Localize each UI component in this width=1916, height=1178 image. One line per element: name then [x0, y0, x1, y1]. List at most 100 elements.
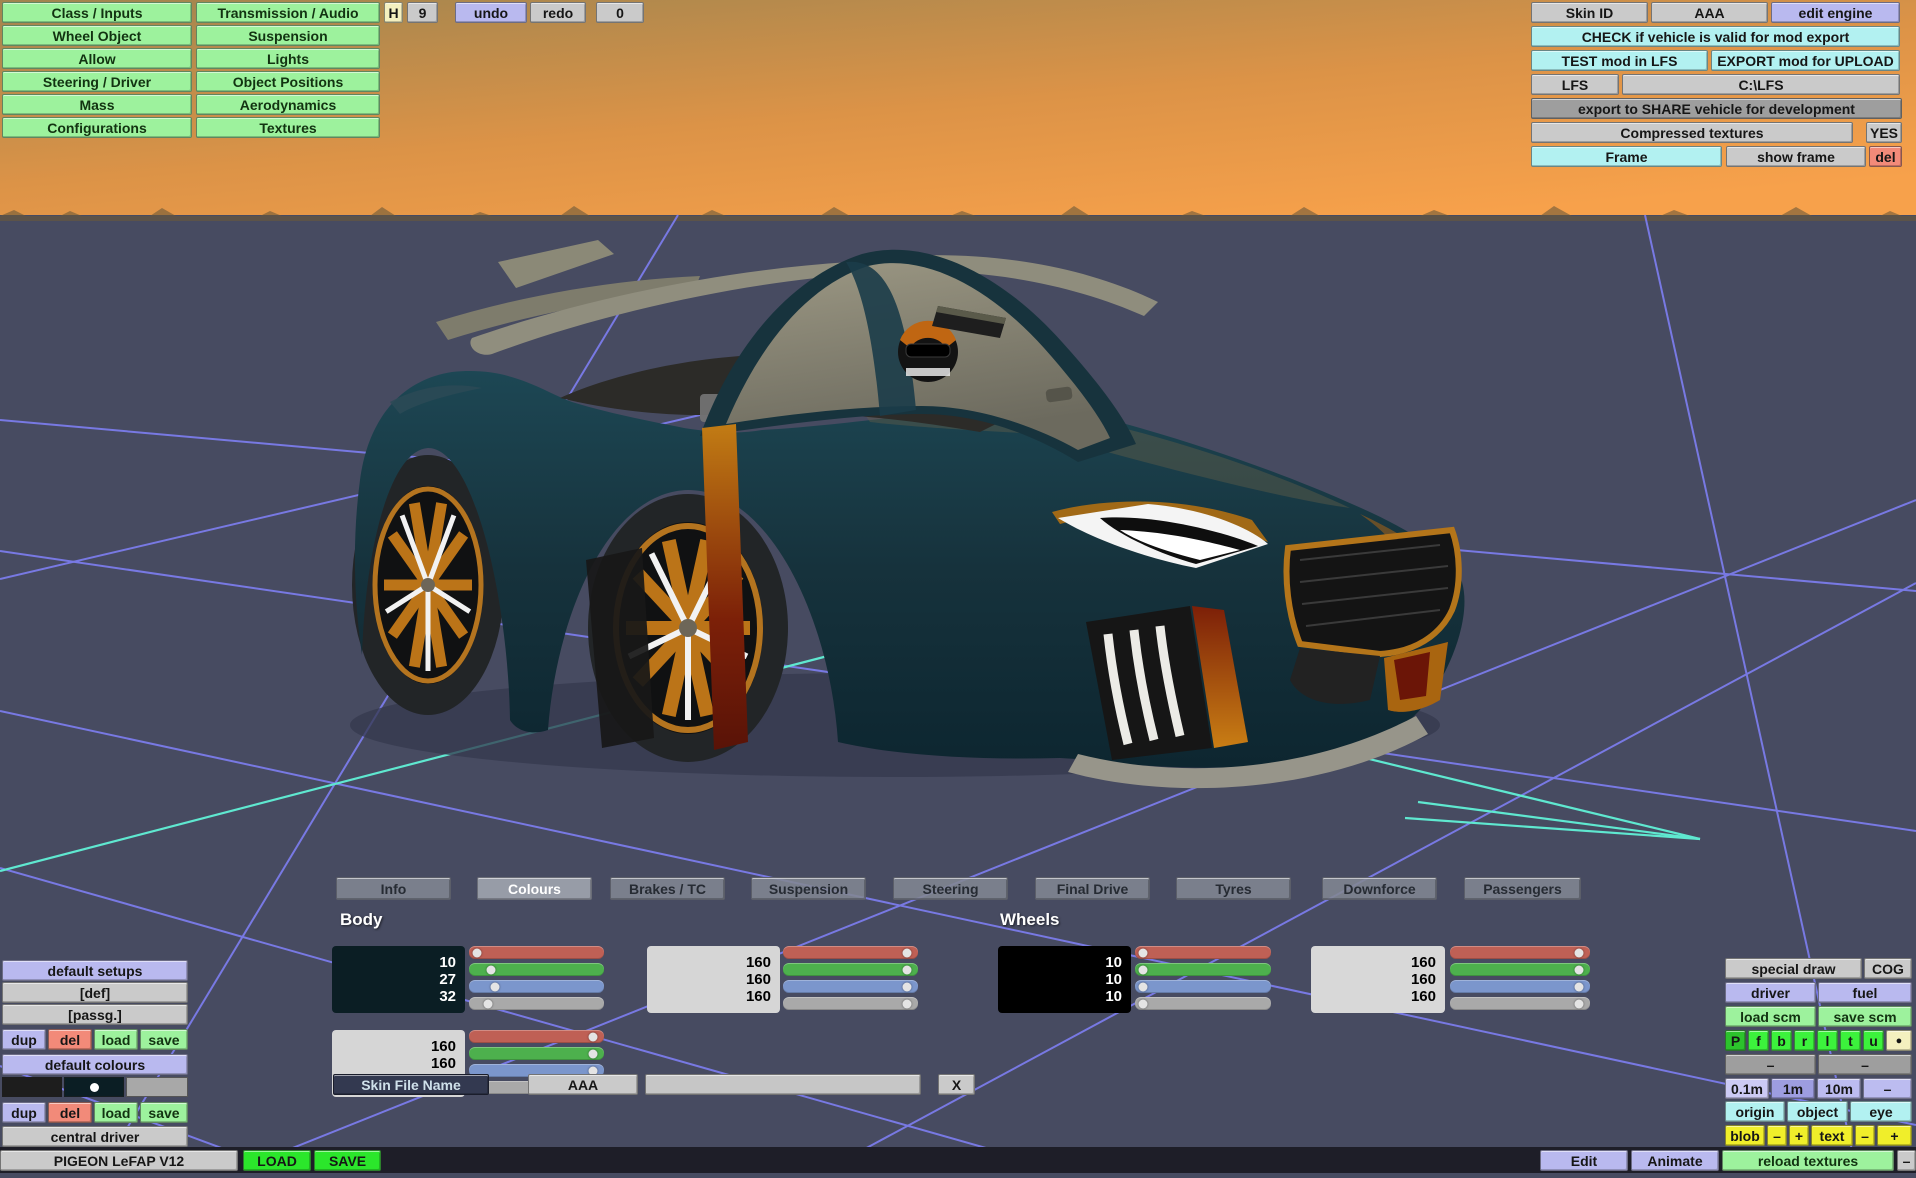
- reload-textures-button[interactable]: reload textures: [1722, 1150, 1894, 1171]
- compressed-textures-label[interactable]: Compressed textures: [1531, 122, 1853, 143]
- blob-plus-button[interactable]: +: [1789, 1125, 1809, 1146]
- lfs-label[interactable]: LFS: [1531, 74, 1619, 95]
- red-slider[interactable]: [469, 1030, 604, 1043]
- gray-slider[interactable]: [1135, 997, 1271, 1010]
- test-mod-button[interactable]: TEST mod in LFS: [1531, 50, 1708, 71]
- axis-p-button[interactable]: P: [1725, 1030, 1746, 1051]
- tab-suspension[interactable]: Suspension: [751, 877, 866, 900]
- menu-aerodynamics[interactable]: Aerodynamics: [196, 94, 380, 115]
- skin-id-label[interactable]: Skin ID: [1531, 2, 1648, 23]
- menu-allow[interactable]: Allow: [2, 48, 192, 69]
- blue-slider[interactable]: [1450, 980, 1590, 993]
- menu-wheel-object[interactable]: Wheel Object: [2, 25, 192, 46]
- setup-load-button[interactable]: load: [94, 1029, 138, 1050]
- gray-slider[interactable]: [469, 997, 604, 1010]
- default-setups-button[interactable]: default setups: [2, 960, 188, 981]
- red-slider[interactable]: [783, 946, 918, 959]
- compressed-textures-toggle[interactable]: YES: [1866, 122, 1902, 143]
- history-count[interactable]: 9: [407, 2, 438, 23]
- axis-b-button[interactable]: b: [1771, 1030, 1792, 1051]
- menu-transmission-audio[interactable]: Transmission / Audio: [196, 2, 380, 23]
- red-slider[interactable]: [1450, 946, 1590, 959]
- red-slider[interactable]: [1135, 946, 1271, 959]
- lfs-path-field[interactable]: C:\LFS: [1622, 74, 1900, 95]
- menu-textures[interactable]: Textures: [196, 117, 380, 138]
- setup-save-button[interactable]: save: [140, 1029, 188, 1050]
- vehicle-name-button[interactable]: PIGEON LeFAP V12: [0, 1150, 238, 1171]
- cog-button[interactable]: COG: [1864, 958, 1912, 979]
- skin-file-input[interactable]: [645, 1074, 921, 1095]
- blue-slider[interactable]: [469, 980, 604, 993]
- blob-button[interactable]: blob: [1725, 1125, 1765, 1146]
- dash-right-button[interactable]: –: [1818, 1054, 1912, 1075]
- animate-mode-button[interactable]: Animate: [1631, 1150, 1719, 1171]
- menu-suspension[interactable]: Suspension: [196, 25, 380, 46]
- tab-colours[interactable]: Colours: [477, 877, 592, 900]
- text-plus-button[interactable]: +: [1877, 1125, 1912, 1146]
- text-button[interactable]: text: [1811, 1125, 1853, 1146]
- load-scm-button[interactable]: load scm: [1725, 1006, 1816, 1027]
- check-valid-button[interactable]: CHECK if vehicle is valid for mod export: [1531, 26, 1900, 47]
- gray-slider[interactable]: [1450, 997, 1590, 1010]
- scale-01m-button[interactable]: 0.1m: [1725, 1078, 1769, 1099]
- fuel-button[interactable]: fuel: [1818, 982, 1912, 1003]
- eye-button[interactable]: eye: [1850, 1101, 1912, 1122]
- tab-steering[interactable]: Steering: [893, 877, 1008, 900]
- wheels-secondary-swatch[interactable]: 160 160 160: [1311, 946, 1445, 1013]
- menu-configurations[interactable]: Configurations: [2, 117, 192, 138]
- scale-dash-button[interactable]: –: [1863, 1078, 1912, 1099]
- axis-t-button[interactable]: t: [1840, 1030, 1861, 1051]
- tab-downforce[interactable]: Downforce: [1322, 877, 1437, 900]
- axis-r-button[interactable]: r: [1794, 1030, 1815, 1051]
- axis-l-button[interactable]: l: [1817, 1030, 1838, 1051]
- menu-mass[interactable]: Mass: [2, 94, 192, 115]
- export-mod-button[interactable]: EXPORT mod for UPLOAD: [1711, 50, 1900, 71]
- show-frame-button[interactable]: show frame: [1726, 146, 1866, 167]
- save-scm-button[interactable]: save scm: [1818, 1006, 1912, 1027]
- skin-file-clear-button[interactable]: X: [938, 1074, 975, 1095]
- driver-button[interactable]: driver: [1725, 982, 1816, 1003]
- green-slider[interactable]: [1450, 963, 1590, 976]
- colour-dup-button[interactable]: dup: [2, 1102, 46, 1123]
- bottom-dash-button[interactable]: –: [1897, 1150, 1916, 1171]
- skin-id-value[interactable]: AAA: [1651, 2, 1768, 23]
- setup-def-button[interactable]: [def]: [2, 982, 188, 1003]
- load-vehicle-button[interactable]: LOAD: [243, 1150, 311, 1171]
- frame-button[interactable]: Frame: [1531, 146, 1722, 167]
- special-draw-button[interactable]: special draw: [1725, 958, 1862, 979]
- setup-passg-button[interactable]: [passg.]: [2, 1004, 188, 1025]
- blue-slider[interactable]: [783, 980, 918, 993]
- setup-dup-button[interactable]: dup: [2, 1029, 46, 1050]
- colour-preset-2-selected[interactable]: [64, 1077, 124, 1097]
- axis-dot-button[interactable]: ●: [1886, 1030, 1912, 1051]
- menu-steering-driver[interactable]: Steering / Driver: [2, 71, 192, 92]
- axis-u-button[interactable]: u: [1863, 1030, 1884, 1051]
- edit-engine-button[interactable]: edit engine: [1771, 2, 1900, 23]
- setup-del-button[interactable]: del: [48, 1029, 92, 1050]
- body-primary-swatch[interactable]: 10 27 32: [332, 946, 465, 1013]
- text-minus-button[interactable]: –: [1855, 1125, 1875, 1146]
- colour-del-button[interactable]: del: [48, 1102, 92, 1123]
- central-driver-button[interactable]: central driver: [2, 1126, 188, 1147]
- skin-file-name-button[interactable]: AAA: [528, 1074, 638, 1095]
- share-export-button[interactable]: export to SHARE vehicle for development: [1531, 98, 1902, 119]
- menu-class-inputs[interactable]: Class / Inputs: [2, 2, 192, 23]
- object-button[interactable]: object: [1787, 1101, 1848, 1122]
- colour-save-button[interactable]: save: [140, 1102, 188, 1123]
- origin-button[interactable]: origin: [1725, 1101, 1785, 1122]
- save-vehicle-button[interactable]: SAVE: [314, 1150, 381, 1171]
- green-slider[interactable]: [469, 1047, 604, 1060]
- green-slider[interactable]: [469, 963, 604, 976]
- scale-1m-button[interactable]: 1m: [1771, 1078, 1815, 1099]
- default-colours-button[interactable]: default colours: [2, 1054, 188, 1075]
- frame-del-button[interactable]: del: [1869, 146, 1902, 167]
- tab-brakes-tc[interactable]: Brakes / TC: [610, 877, 725, 900]
- tab-tyres[interactable]: Tyres: [1176, 877, 1291, 900]
- colour-preset-3[interactable]: [126, 1077, 188, 1097]
- scale-10m-button[interactable]: 10m: [1817, 1078, 1861, 1099]
- menu-lights[interactable]: Lights: [196, 48, 380, 69]
- tab-info[interactable]: Info: [336, 877, 451, 900]
- history-zero-button[interactable]: 0: [596, 2, 644, 23]
- colour-load-button[interactable]: load: [94, 1102, 138, 1123]
- red-slider[interactable]: [469, 946, 604, 959]
